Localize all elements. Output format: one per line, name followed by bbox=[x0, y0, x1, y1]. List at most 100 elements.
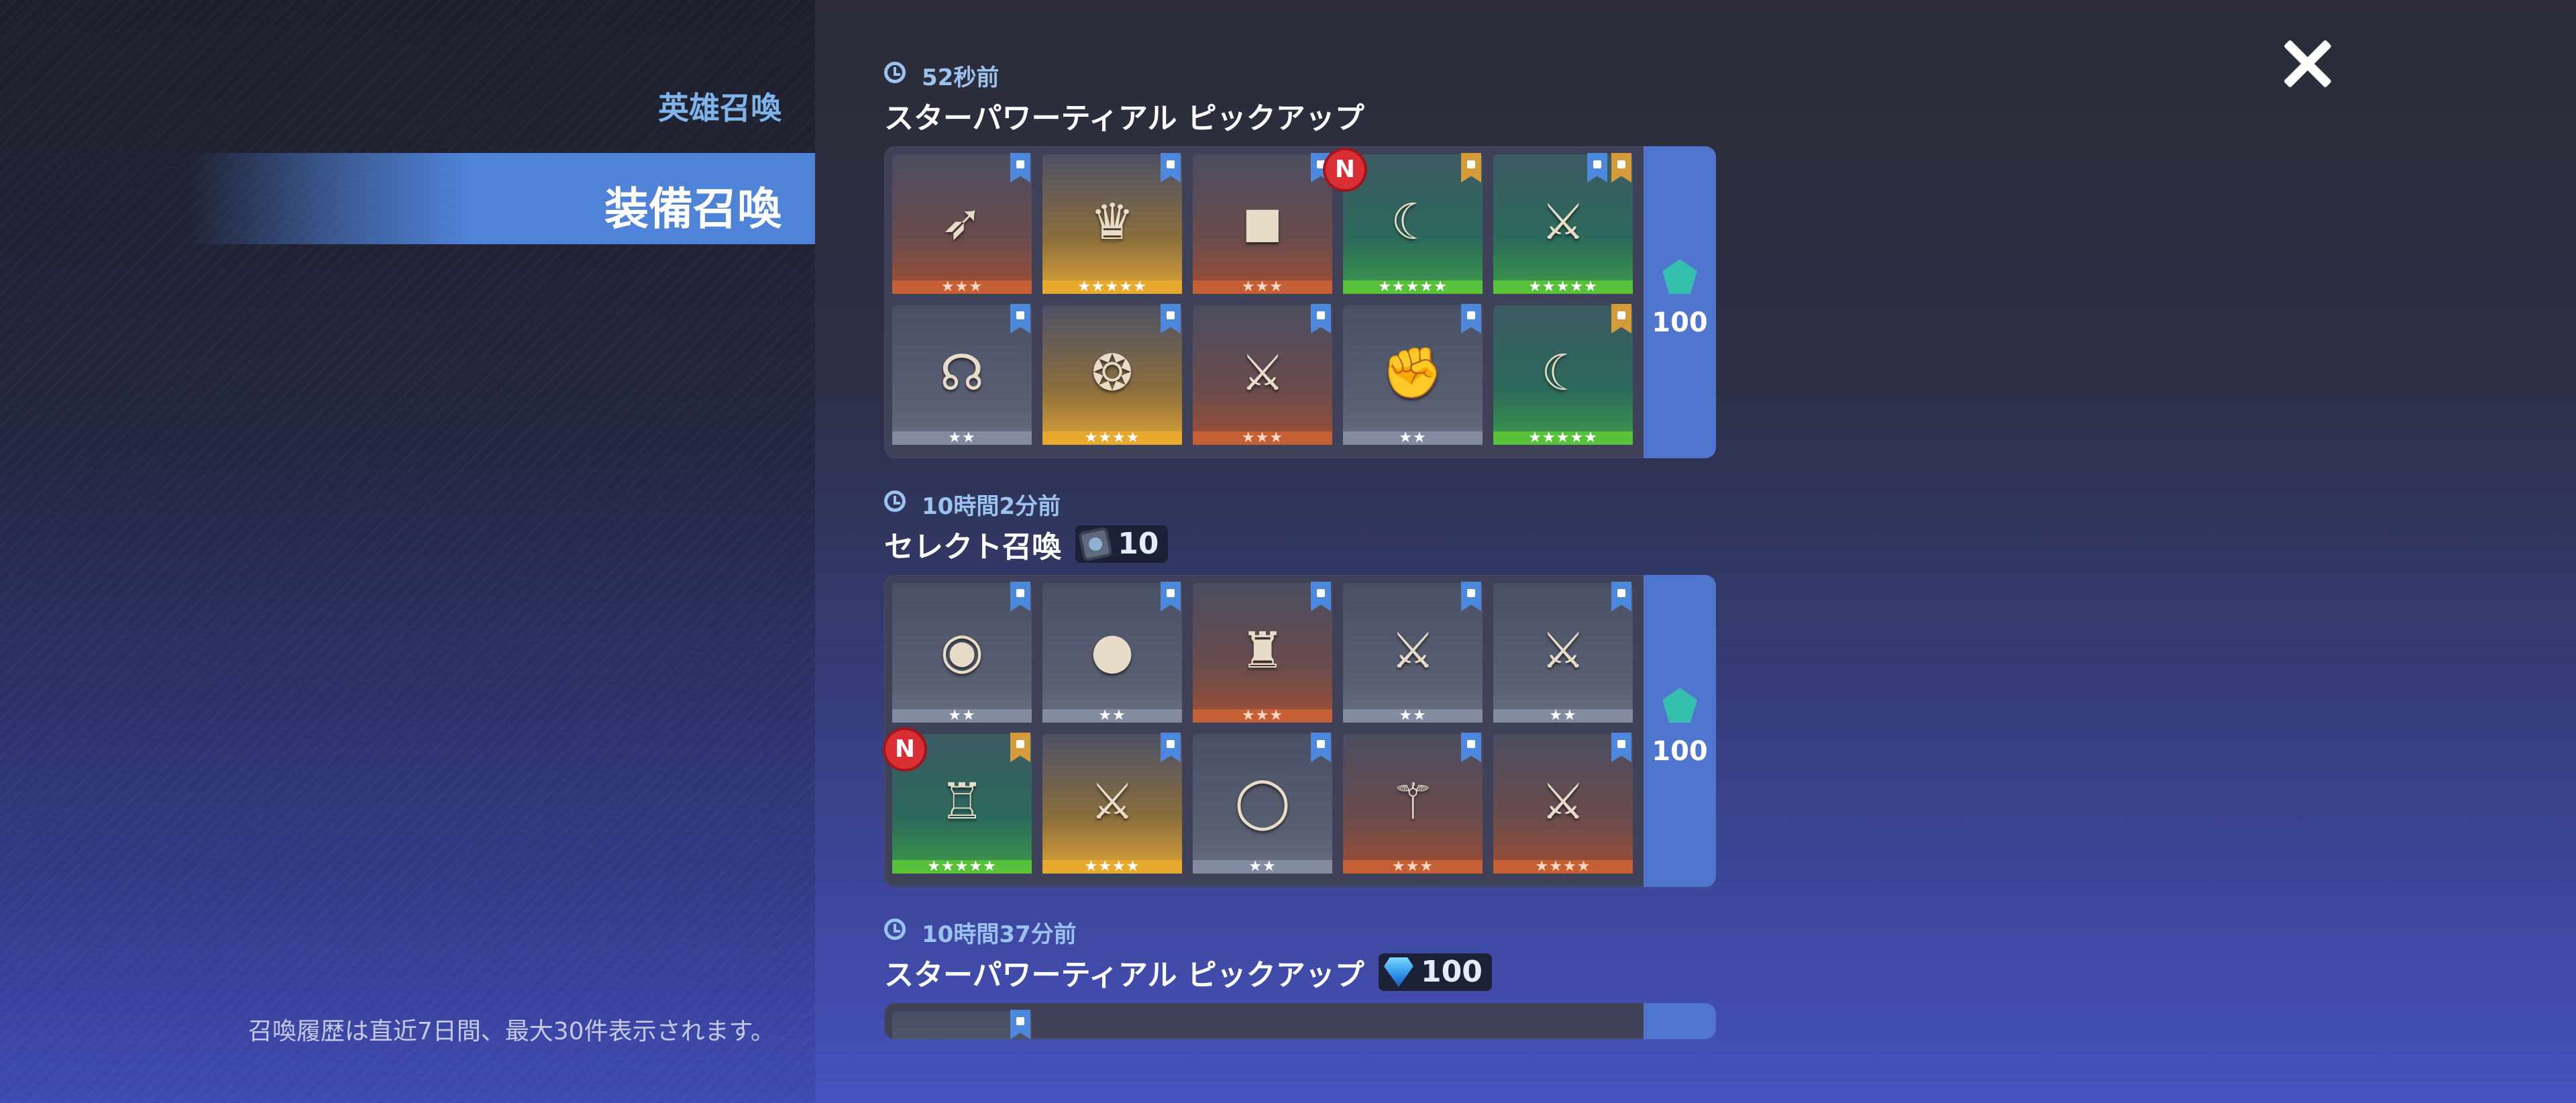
star-rating: ★★ bbox=[1343, 708, 1483, 723]
new-badge-icon: N bbox=[885, 730, 924, 769]
reward-panel: 100 bbox=[1644, 146, 1716, 458]
equipment-icon: ⚔ bbox=[1390, 622, 1436, 680]
item-card[interactable]: ☊ ★★ bbox=[892, 304, 1032, 445]
item-card[interactable] bbox=[892, 1010, 1032, 1039]
item-card[interactable]: ◼ ★★★ bbox=[1193, 153, 1332, 295]
item-card[interactable]: ☾ ★★★★★ N bbox=[1326, 150, 1483, 295]
equipment-icon: ✊ bbox=[1381, 344, 1444, 402]
entry-title: セレクト召喚 bbox=[884, 530, 1061, 564]
star-rating: ★★★★ bbox=[1042, 859, 1182, 874]
close-button[interactable] bbox=[2281, 37, 2334, 91]
ticket-icon bbox=[1078, 526, 1114, 562]
item-card[interactable]: ♛ ★★★★★ bbox=[1042, 153, 1182, 295]
star-rating: ★★★★ bbox=[1493, 859, 1633, 874]
clock-icon bbox=[884, 918, 906, 940]
item-card[interactable]: ⚔ ★★★★★ bbox=[1493, 153, 1633, 295]
star-rating: ★★★★ bbox=[1042, 431, 1182, 445]
result-panel: ➶ ★★★ ♛ ★★★★★ ◼ ★★★ ☾ ★★★★★ N ⚔ ★★★★★ ☊ ★★ ❂ ★★★★ ⚔ ★★★ ✊… bbox=[884, 146, 1716, 458]
crystal-icon bbox=[1662, 688, 1697, 723]
tab-equipment-summon-label: 装備召喚 bbox=[604, 183, 782, 235]
item-card[interactable]: ⚔ ★★ bbox=[1343, 582, 1483, 723]
summon-category-sidebar: 英雄召喚 装備召喚 召喚履歴は直近7日間、最大30件表示されます。 bbox=[0, 0, 815, 1103]
entry-title-row: スターパワーティアル ピックアップ bbox=[884, 94, 1364, 136]
bookmark-mark bbox=[1317, 740, 1325, 748]
star-rating: ★★★★★ bbox=[1343, 280, 1483, 295]
bookmark-mark bbox=[1016, 160, 1024, 168]
entry-title-row: スターパワーティアル ピックアップ 100 bbox=[884, 951, 1492, 992]
equipment-icon: ⚔ bbox=[1089, 773, 1135, 831]
bookmark-mark bbox=[1317, 311, 1325, 319]
star-rating: ★★ bbox=[1193, 859, 1332, 874]
bookmark-mark bbox=[1467, 311, 1475, 319]
item-card[interactable]: ⚔ ★★★★ bbox=[1493, 733, 1633, 874]
equipment-icon: ☾ bbox=[1540, 344, 1586, 402]
equipment-icon: ❂ bbox=[1091, 344, 1133, 402]
item-card[interactable]: ✊ ★★ bbox=[1343, 304, 1483, 445]
reward-value: 100 bbox=[1652, 736, 1708, 767]
star-rating: ★★★★★ bbox=[1042, 280, 1182, 295]
entry-title-row: セレクト召喚 10 bbox=[884, 523, 1169, 564]
item-card[interactable]: ♜ ★★★ bbox=[1193, 582, 1332, 723]
item-card[interactable]: ◯ ★★ bbox=[1193, 733, 1332, 874]
time-ago: 10時間2分前 bbox=[922, 493, 1061, 520]
item-card[interactable]: ⚔ ★★★★ bbox=[1042, 733, 1182, 874]
reward-panel bbox=[1644, 1003, 1716, 1039]
item-card[interactable]: ◉ ★★ bbox=[892, 582, 1032, 723]
cost-badge: 10 bbox=[1075, 525, 1169, 563]
bookmark-mark bbox=[1467, 740, 1475, 748]
bookmark-mark bbox=[1016, 1017, 1024, 1025]
bookmark-mark bbox=[1167, 589, 1175, 597]
bookmark-mark bbox=[1617, 589, 1625, 597]
tab-hero-summon[interactable]: 英雄召喚 bbox=[658, 84, 782, 128]
equipment-icon: ♖ bbox=[939, 773, 985, 831]
equipment-icon: ☾ bbox=[1390, 193, 1436, 251]
star-rating: ★★★ bbox=[1193, 280, 1332, 295]
bookmark-mark bbox=[1016, 311, 1024, 319]
result-panel bbox=[884, 1003, 1716, 1039]
bookmark-mark bbox=[1016, 589, 1024, 597]
equipment-icon: ⚚ bbox=[1390, 773, 1436, 831]
star-rating: ★★ bbox=[1493, 708, 1633, 723]
item-card[interactable]: ⚔ ★★ bbox=[1493, 582, 1633, 723]
bookmark-mark bbox=[1167, 311, 1175, 319]
equipment-icon: ♛ bbox=[1089, 193, 1135, 251]
entry-title: スターパワーティアル ピックアップ bbox=[884, 101, 1364, 136]
item-card[interactable]: ⚚ ★★★ bbox=[1343, 733, 1483, 874]
star-rating: ★★★★★ bbox=[1493, 280, 1633, 295]
bookmark-mark bbox=[1167, 740, 1175, 748]
time-ago: 10時間37分前 bbox=[922, 921, 1077, 948]
item-card[interactable]: ➶ ★★★ bbox=[892, 153, 1032, 295]
bookmark-mark bbox=[1467, 160, 1475, 168]
bookmark-mark bbox=[1593, 160, 1601, 168]
cost-badge: 100 bbox=[1378, 953, 1492, 991]
cost-value: 100 bbox=[1420, 955, 1483, 989]
item-grid: ➶ ★★★ ♛ ★★★★★ ◼ ★★★ ☾ ★★★★★ N ⚔ ★★★★★ ☊ ★★ ❂ ★★★★ ⚔ ★★★ ✊… bbox=[892, 150, 1657, 450]
equipment-icon: ⚔ bbox=[1540, 622, 1586, 680]
entry-title: スターパワーティアル ピックアップ bbox=[884, 958, 1364, 992]
equipment-icon: ⚔ bbox=[1540, 773, 1586, 831]
bookmark-mark bbox=[1167, 160, 1175, 168]
reward-value: 100 bbox=[1652, 307, 1708, 338]
bookmark-mark bbox=[1617, 311, 1625, 319]
item-card[interactable]: ⚔ ★★★ bbox=[1193, 304, 1332, 445]
equipment-icon: ⚔ bbox=[1540, 193, 1586, 251]
item-card[interactable]: ☾ ★★★★★ bbox=[1493, 304, 1633, 445]
crystal-icon bbox=[1662, 259, 1697, 294]
item-grid: ◉ ★★ ● ★★ ♜ ★★★ ⚔ ★★ ⚔ ★★ ♖ ★★★★★ N ⚔ ★★★★ ◯ ★★ ⚚ ★★★ ⚔ ★★★★ bbox=[885, 582, 1657, 879]
bookmark-mark bbox=[1016, 740, 1024, 748]
star-rating: ★★ bbox=[1343, 431, 1483, 445]
item-card[interactable]: ❂ ★★★★ bbox=[1042, 304, 1182, 445]
item-card[interactable]: ♖ ★★★★★ N bbox=[885, 730, 1032, 874]
result-panel: ◉ ★★ ● ★★ ♜ ★★★ ⚔ ★★ ⚔ ★★ ♖ ★★★★★ N ⚔ ★★★★ ◯ ★★ ⚚ ★★★ ⚔ ★★★★… bbox=[884, 575, 1716, 887]
equipment-icon: ⚔ bbox=[1240, 344, 1285, 402]
equipment-icon: ◼ bbox=[1242, 193, 1283, 251]
bookmark-mark bbox=[1317, 589, 1325, 597]
equipment-icon: ● bbox=[1090, 622, 1134, 680]
bookmark-mark bbox=[1617, 160, 1625, 168]
history-note: 召喚履歴は直近7日間、最大30件表示されます。 bbox=[248, 1018, 775, 1045]
tab-equipment-summon[interactable]: 装備召喚 bbox=[188, 153, 815, 244]
item-card[interactable]: ● ★★ bbox=[1042, 582, 1182, 723]
bookmark-mark bbox=[1467, 589, 1475, 597]
star-rating: ★★★ bbox=[1193, 708, 1332, 723]
equipment-icon: ◯ bbox=[1234, 773, 1291, 831]
